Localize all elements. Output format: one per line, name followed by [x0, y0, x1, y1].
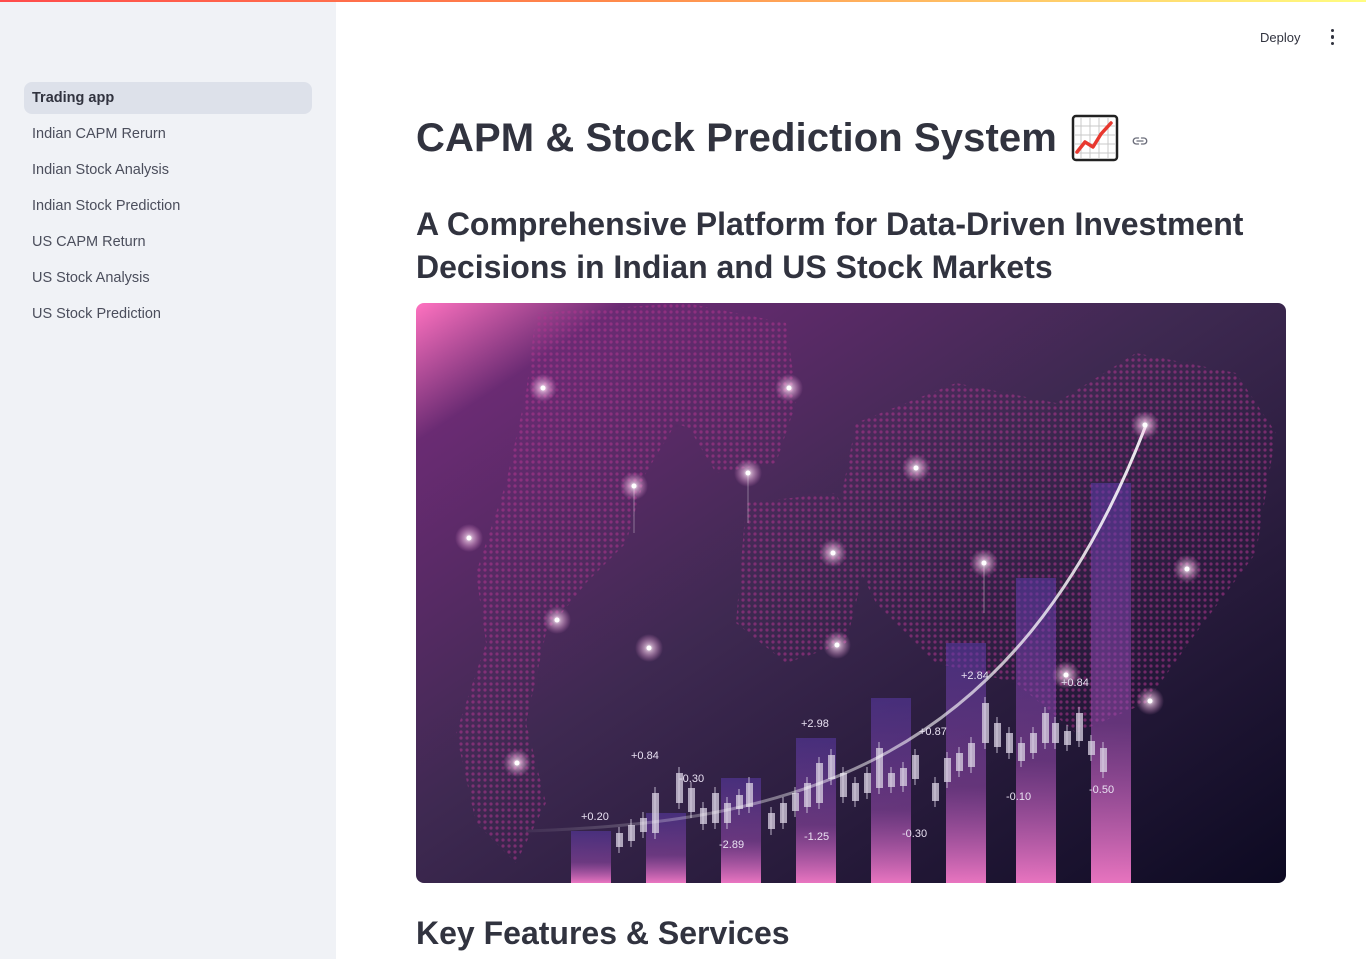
candlestick-25	[944, 758, 951, 782]
value-label-0: +0.20	[581, 811, 609, 823]
candlestick-23	[912, 755, 919, 779]
sidebar: Trading app Indian CAPM Rerurn Indian St…	[0, 0, 336, 959]
stock-market-illustration: +0.20 +0.84 -0.30 -2.89 +2.98 -1.25 -0.30 +0.87…	[416, 303, 1286, 883]
sidebar-item-us-capm-return[interactable]: US CAPM Return	[24, 226, 312, 258]
vertical-dots-icon[interactable]	[1325, 25, 1341, 50]
candlestick-22	[900, 768, 907, 786]
sidebar-item-indian-stock-analysis[interactable]: Indian Stock Analysis	[24, 154, 312, 186]
candlestick-28	[982, 703, 989, 743]
sidebar-nav: Trading app Indian CAPM Rerurn Indian St…	[24, 82, 312, 334]
value-label-3: -2.89	[719, 839, 744, 851]
page-subtitle: A Comprehensive Platform for Data-Driven…	[416, 206, 1244, 285]
candlestick-16	[828, 755, 835, 779]
value-label-6: -0.30	[902, 828, 927, 840]
candlestick-30	[1006, 733, 1013, 753]
hero-image: +0.20 +0.84 -0.30 -2.89 +2.98 -1.25 -0.30 +0.87…	[416, 303, 1286, 883]
candlestick-8	[724, 803, 731, 823]
candlestick-19	[864, 773, 871, 793]
main-content: Deploy CAPM & Stock Prediction System A …	[336, 0, 1366, 959]
candlestick-27	[968, 743, 975, 767]
candlestick-32	[1030, 733, 1037, 753]
value-label-9: -0.10	[1006, 791, 1031, 803]
candlestick-31	[1018, 743, 1025, 761]
top-decoration-bar	[0, 0, 1366, 2]
candlestick-26	[956, 753, 963, 771]
candlestick-35	[1064, 731, 1071, 745]
candlestick-17	[840, 773, 847, 797]
candlestick-36	[1076, 713, 1083, 741]
candlestick-37	[1088, 741, 1095, 755]
value-label-5: -1.25	[804, 831, 829, 843]
sidebar-item-us-stock-analysis[interactable]: US Stock Analysis	[24, 262, 312, 294]
candlestick-3	[652, 793, 659, 833]
value-label-4: +2.98	[801, 718, 829, 730]
candlestick-2	[640, 818, 647, 832]
candlestick-7	[712, 793, 719, 823]
value-label-11: -0.50	[1089, 784, 1114, 796]
candlestick-24	[932, 783, 939, 801]
link-icon[interactable]	[1131, 132, 1149, 150]
deploy-button[interactable]: Deploy	[1254, 26, 1306, 49]
candlestick-18	[852, 783, 859, 801]
value-label-8: +2.84	[961, 670, 989, 682]
candlestick-38	[1100, 748, 1107, 772]
value-label-2: -0.30	[679, 773, 704, 785]
value-label-10: +0.84	[1061, 677, 1089, 689]
sidebar-item-us-stock-prediction[interactable]: US Stock Prediction	[24, 298, 312, 330]
candlestick-12	[780, 803, 787, 823]
page-title: CAPM & Stock Prediction System	[416, 115, 1057, 160]
sidebar-item-trading-app[interactable]: Trading app	[24, 82, 312, 114]
candlestick-21	[888, 773, 895, 787]
sidebar-item-indian-stock-prediction[interactable]: Indian Stock Prediction	[24, 190, 312, 222]
candlestick-1	[628, 825, 635, 841]
section-heading-key-features: Key Features & Services	[416, 915, 790, 951]
background-bar-2	[721, 778, 761, 883]
candlestick-33	[1042, 713, 1049, 743]
app-header: Deploy	[1254, 24, 1340, 50]
background-bar-0	[571, 831, 611, 883]
title-row: CAPM & Stock Prediction System	[416, 114, 1149, 162]
value-label-1: +0.84	[631, 750, 659, 762]
chart-increasing-icon	[1071, 114, 1119, 162]
candlestick-0	[616, 833, 623, 847]
value-label-7: +0.87	[919, 726, 947, 738]
candlestick-13	[792, 793, 799, 811]
background-bar-7	[1091, 483, 1131, 883]
candlestick-11	[768, 813, 775, 829]
sidebar-item-indian-capm-return[interactable]: Indian CAPM Rerurn	[24, 118, 312, 150]
candlestick-34	[1052, 723, 1059, 743]
candlestick-29	[994, 723, 1001, 747]
candlestick-5	[688, 788, 695, 812]
